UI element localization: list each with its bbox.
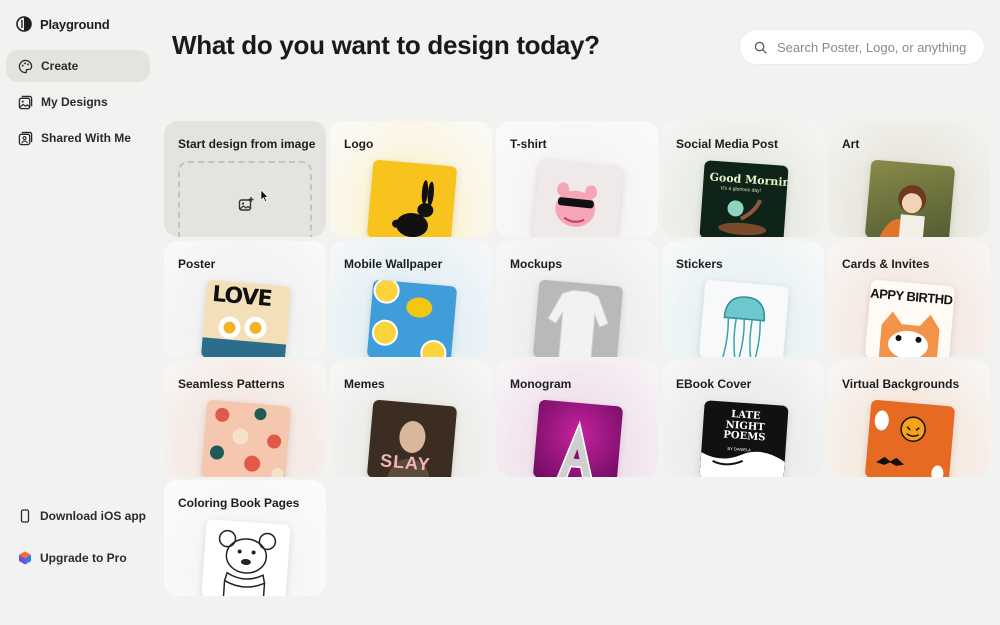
brand[interactable]: Playground (16, 16, 110, 32)
card-label: Poster (178, 257, 216, 271)
sidebar: Playground Create My Designs Shared With… (0, 0, 158, 625)
card-label: EBook Cover (676, 377, 752, 391)
phone-icon (20, 509, 30, 523)
poster-thumbnail: LOVE (200, 279, 292, 357)
sidebar-item-label: Shared With Me (41, 131, 131, 145)
card-poster[interactable]: Poster LOVE (164, 241, 326, 357)
card-label: Logo (344, 137, 374, 151)
tshirt-thumbnail (532, 158, 624, 237)
sidebar-item-label: Create (41, 59, 79, 73)
meme-thumbnail: SLAY (366, 399, 458, 477)
card-label: Stickers (676, 257, 723, 271)
sidebar-item-label: My Designs (41, 95, 108, 109)
card-mobile-wallpaper[interactable]: Mobile Wallpaper (330, 241, 492, 357)
sidebar-item-shared-with-me[interactable]: Shared With Me (6, 122, 150, 154)
coffee-figure-icon (718, 199, 767, 236)
download-ios-app-link[interactable]: Download iOS app (18, 509, 146, 523)
ink-splash-icon (699, 451, 785, 477)
card-monogram[interactable]: Monogram (496, 361, 658, 477)
art-thumbnail (864, 159, 956, 237)
floral-pattern-icon (209, 407, 284, 477)
halloween-icon (874, 410, 944, 477)
mockup-thumbnail (532, 279, 624, 357)
letter-a-icon (555, 420, 594, 477)
palette-icon (18, 59, 33, 73)
card-memes[interactable]: Memes SLAY (330, 361, 492, 477)
upgrade-to-pro-link[interactable]: Upgrade to Pro (18, 551, 127, 565)
card-t-shirt[interactable]: T-shirt (496, 121, 658, 237)
card-mockups[interactable]: Mockups (496, 241, 658, 357)
card-label: Art (842, 137, 860, 151)
card-label: Virtual Backgrounds (842, 377, 960, 391)
card-coloring-book-pages[interactable]: Coloring Book Pages (164, 480, 326, 596)
card-label: Coloring Book Pages (178, 496, 300, 510)
page-title: What do you want to design today? (172, 30, 600, 60)
lemons-icon (371, 279, 447, 357)
social-post-thumbnail: Good Morning It's a glorious day! (699, 160, 789, 237)
playground-logo-icon (16, 16, 32, 32)
thumbnail-headline: SLAY (379, 450, 432, 475)
jellyfish-icon (722, 296, 766, 357)
pink-panther-icon (555, 182, 598, 227)
card-label: Seamless Patterns (178, 377, 285, 391)
teddy-bear-icon (218, 529, 277, 596)
card-art[interactable]: Art (828, 121, 990, 237)
image-stack-icon (18, 95, 33, 109)
card-label: Mockups (510, 257, 563, 271)
shared-image-icon (18, 131, 33, 145)
card-label: Cards & Invites (842, 257, 930, 271)
coloring-page-thumbnail (201, 519, 291, 596)
invite-thumbnail: APPY BIRTHD (864, 279, 956, 357)
card-cards-and-invites[interactable]: Cards & Invites APPY BIRTHD (828, 241, 990, 357)
search-bar[interactable] (740, 30, 984, 64)
card-label: Social Media Post (676, 137, 779, 151)
cat-icon (878, 311, 940, 357)
sidebar-item-my-designs[interactable]: My Designs (6, 86, 150, 118)
card-label: Start design from image (178, 137, 316, 151)
card-start-design-from-image[interactable]: Start design from image (164, 121, 326, 237)
sticker-thumbnail (698, 279, 790, 357)
download-ios-app-label: Download iOS app (40, 509, 147, 523)
card-social-media-post[interactable]: Social Media Post Good Morning It's a gl… (662, 121, 824, 237)
logo-thumbnail (366, 159, 458, 237)
sweatshirt-icon (547, 289, 609, 357)
card-label: Monogram (510, 377, 572, 391)
ebook-thumbnail: LATE NIGHT POEMS BY DANIELA (699, 400, 789, 477)
card-seamless-patterns[interactable]: Seamless Patterns (164, 361, 326, 477)
add-image-icon (238, 197, 254, 211)
card-label: Mobile Wallpaper (344, 257, 443, 271)
sidebar-nav: Create My Designs Shared With Me (6, 50, 150, 158)
mouse-cursor-icon (260, 189, 269, 203)
girl-with-fox-icon (878, 185, 927, 237)
pattern-thumbnail (200, 399, 292, 477)
virtual-background-thumbnail (864, 399, 956, 477)
card-label: Memes (344, 377, 385, 391)
wallpaper-thumbnail (366, 279, 458, 357)
card-virtual-backgrounds[interactable]: Virtual Backgrounds (828, 361, 990, 477)
monogram-thumbnail (532, 399, 624, 477)
card-logo[interactable]: Logo (330, 121, 492, 237)
search-input[interactable] (777, 39, 973, 55)
rabbit-icon (392, 180, 434, 237)
pro-badge-icon (19, 551, 31, 565)
search-icon (754, 41, 767, 54)
card-stickers[interactable]: Stickers (662, 241, 824, 357)
brand-name: Playground (40, 16, 110, 32)
sidebar-item-create[interactable]: Create (6, 50, 150, 82)
upgrade-to-pro-label: Upgrade to Pro (40, 551, 127, 565)
card-ebook-cover[interactable]: EBook Cover LATE NIGHT POEMS BY DANIELA (662, 361, 824, 477)
card-label: T-shirt (510, 137, 547, 151)
daisy-flowers-icon (200, 316, 287, 357)
